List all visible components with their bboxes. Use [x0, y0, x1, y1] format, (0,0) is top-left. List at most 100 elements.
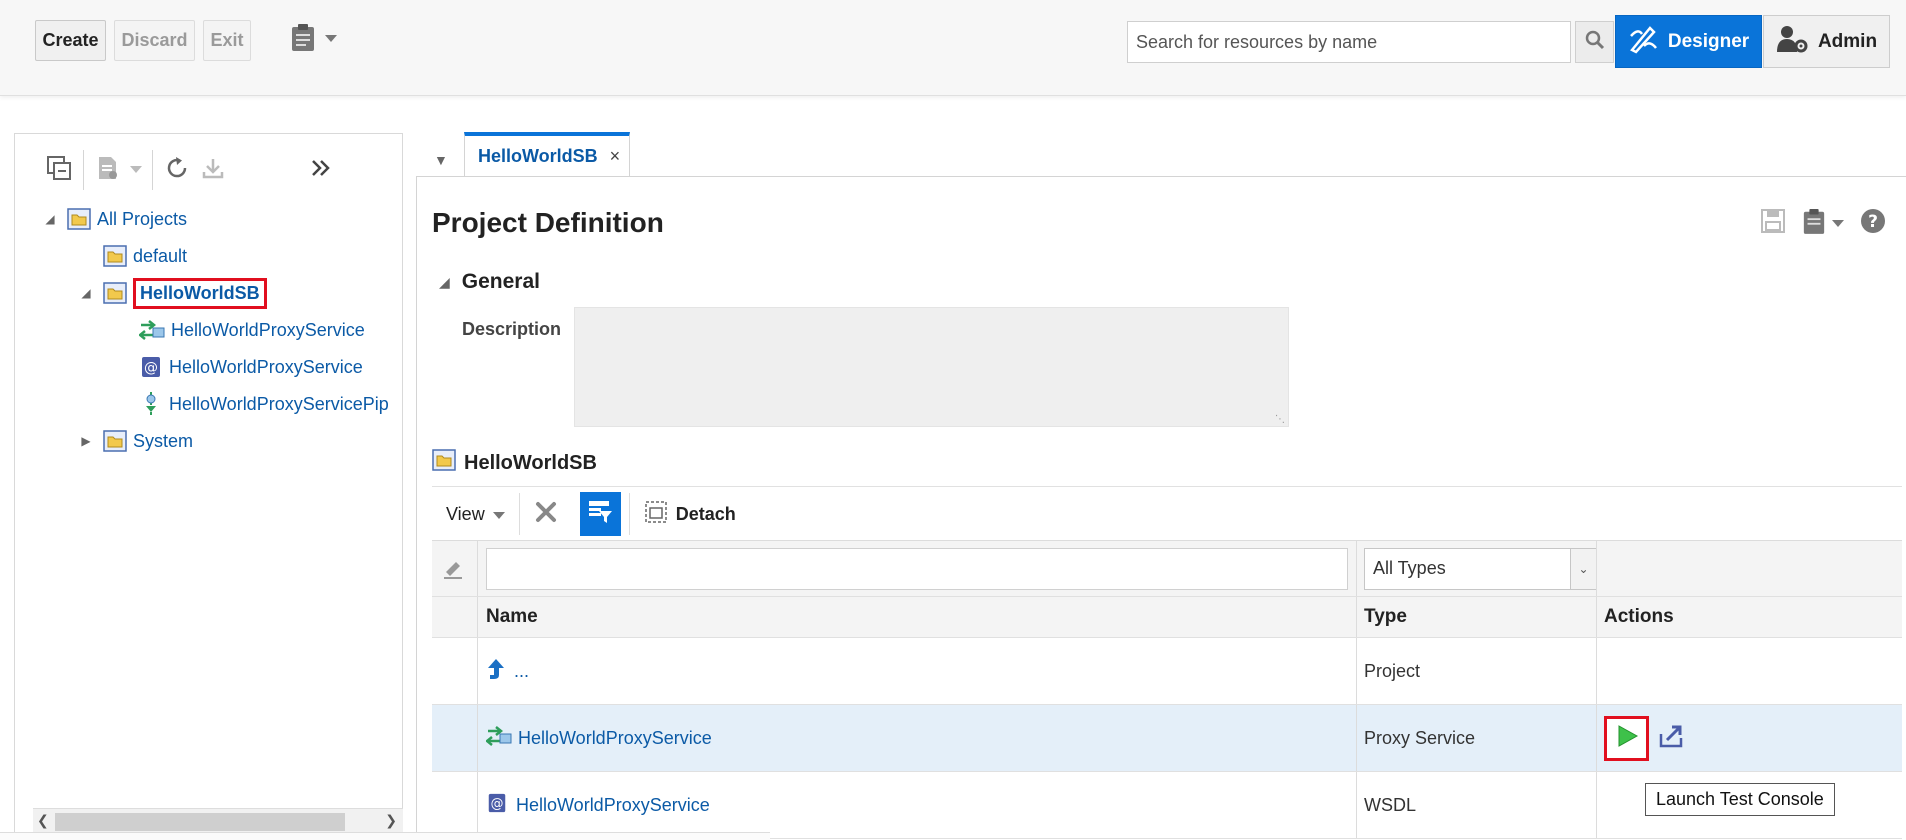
help-icon[interactable]: ? [1860, 208, 1886, 239]
query-by-example-button[interactable] [579, 492, 621, 536]
folder-icon [103, 245, 127, 267]
tooltip-launch-test-console: Launch Test Console [1645, 783, 1835, 816]
exit-button[interactable]: Exit [203, 20, 251, 61]
row-name-link[interactable]: HelloWorldProxyService [518, 728, 712, 749]
designer-icon [1628, 24, 1658, 60]
name-filter-input[interactable] [486, 547, 1348, 590]
type-filter-select[interactable]: All Types ⌄ [1364, 547, 1597, 590]
clipboard-icon [1802, 207, 1826, 240]
expand-triangle-icon[interactable]: ◢ [77, 286, 95, 300]
tree-label[interactable]: All Projects [97, 209, 187, 230]
designer-label: Designer [1667, 30, 1750, 52]
column-header-actions: Actions [1604, 606, 1674, 627]
table-row[interactable]: ... Project [432, 638, 1902, 705]
scroll-right-icon[interactable]: ❯ [385, 812, 397, 829]
collapsed-triangle-icon[interactable]: ▶ [77, 434, 95, 448]
expand-triangle-icon[interactable]: ◢ [439, 274, 450, 291]
selected-highlight: HelloWorldSB [133, 277, 267, 309]
tree-label[interactable]: System [133, 431, 193, 452]
svg-text:?: ? [1868, 212, 1878, 232]
scrollbar-thumb[interactable] [55, 813, 345, 831]
tree-node-pipeline[interactable]: HelloWorldProxyServicePip [139, 389, 389, 419]
tree-node-helloworldsb[interactable]: ◢ HelloWorldSB [77, 277, 267, 309]
row-type: Project [1364, 660, 1421, 681]
folder-icon [103, 282, 127, 304]
row-name-link[interactable]: HelloWorldProxyService [516, 795, 710, 816]
row-type: WSDL [1364, 794, 1417, 815]
resize-handle-icon[interactable]: ⋱ [1275, 414, 1285, 425]
download-icon [201, 156, 225, 185]
column-header-type[interactable]: Type [1364, 597, 1407, 637]
svg-text:@: @ [144, 360, 158, 376]
description-field[interactable]: ⋱ [574, 307, 1289, 427]
chevron-down-icon [492, 504, 505, 525]
column-header-name[interactable]: Name [486, 597, 538, 637]
admin-button[interactable]: Admin [1763, 15, 1890, 68]
clear-filter-icon[interactable] [442, 541, 466, 596]
row-name-link[interactable]: ... [514, 661, 529, 682]
detach-label: Detach [675, 503, 736, 524]
clipboard-menu[interactable] [1802, 207, 1844, 240]
new-resource-button[interactable] [90, 152, 126, 188]
expand-panel-button[interactable] [303, 152, 339, 188]
tree-node-default[interactable]: default [77, 241, 187, 271]
tree-node-wsdl[interactable]: @ HelloWorldProxyService [139, 352, 363, 382]
general-section-header[interactable]: ◢ General [439, 270, 540, 294]
new-resource-menu[interactable] [126, 152, 146, 188]
tree-node-system[interactable]: ▶ System [77, 426, 193, 456]
type-filter-value: All Types [1373, 558, 1446, 578]
table-toolbar: View Detach [432, 489, 1902, 539]
row-type: Proxy Service [1364, 727, 1476, 748]
refresh-button[interactable] [159, 152, 195, 188]
toolbar-separator [152, 150, 153, 190]
search-button[interactable] [1575, 21, 1614, 63]
navigator-toolbar [41, 150, 339, 190]
pipeline-icon [139, 391, 163, 417]
play-icon [1615, 724, 1639, 753]
discard-button[interactable]: Discard [114, 20, 195, 61]
table-row[interactable]: HelloWorldProxyService Proxy Service [432, 705, 1902, 772]
tree-label[interactable]: HelloWorldProxyService [169, 357, 363, 378]
close-icon[interactable]: × [610, 146, 621, 167]
import-button[interactable] [195, 152, 231, 188]
tree-label[interactable]: HelloWorldProxyServicePip [169, 394, 389, 415]
tree-label[interactable]: HelloWorldProxyService [171, 320, 365, 341]
clipboard-menu[interactable] [290, 22, 338, 57]
detach-button[interactable]: Detach [630, 491, 750, 537]
detach-icon [644, 500, 668, 529]
project-header: HelloWorldSB [432, 449, 597, 477]
view-menu[interactable]: View [432, 491, 519, 537]
wsdl-icon: @ [139, 355, 163, 379]
filter-row: All Types ⌄ [432, 540, 1902, 597]
page-title: Project Definition [432, 207, 664, 238]
create-button[interactable]: Create [35, 20, 106, 61]
chevron-down-icon [130, 161, 142, 179]
tree-label[interactable]: default [133, 246, 187, 267]
edit-export-icon[interactable] [1659, 724, 1685, 753]
scroll-left-icon[interactable]: ❮ [37, 812, 49, 829]
tab-list-menu-icon[interactable]: ▼ [434, 152, 448, 168]
collapse-all-button[interactable] [41, 152, 77, 188]
toolbar-separator [83, 150, 84, 190]
tree-label[interactable]: HelloWorldSB [140, 283, 260, 303]
admin-user-gear-icon [1776, 24, 1808, 60]
section-label: General [461, 270, 540, 293]
designer-button[interactable]: Designer [1615, 15, 1762, 68]
horizontal-scrollbar[interactable]: ❮ ❯ [33, 808, 403, 834]
tab-helloworldsb[interactable]: HelloWorldSB × [464, 132, 630, 176]
chevron-down-icon[interactable]: ⌄ [1570, 548, 1596, 589]
admin-label: Admin [1817, 30, 1878, 52]
delete-button[interactable] [520, 491, 572, 537]
double-chevron-right-icon [310, 158, 332, 183]
expand-triangle-icon[interactable]: ◢ [41, 212, 59, 226]
tab-label: HelloWorldSB [478, 145, 598, 166]
tree-node-proxy-service[interactable]: HelloWorldProxyService [139, 315, 365, 345]
save-icon[interactable] [1760, 208, 1786, 239]
proxy-service-icon [139, 319, 165, 341]
top-toolbar: Create Discard Exit Search for resources… [0, 0, 1906, 96]
tree-node-all-projects[interactable]: ◢ All Projects [41, 204, 187, 234]
launch-test-console-button[interactable] [1604, 715, 1649, 761]
chevron-down-icon [1832, 215, 1844, 233]
search-input[interactable] [1127, 21, 1571, 63]
project-navigator: ◢ All Projects default ◢ HelloWorldSB He… [14, 133, 403, 840]
